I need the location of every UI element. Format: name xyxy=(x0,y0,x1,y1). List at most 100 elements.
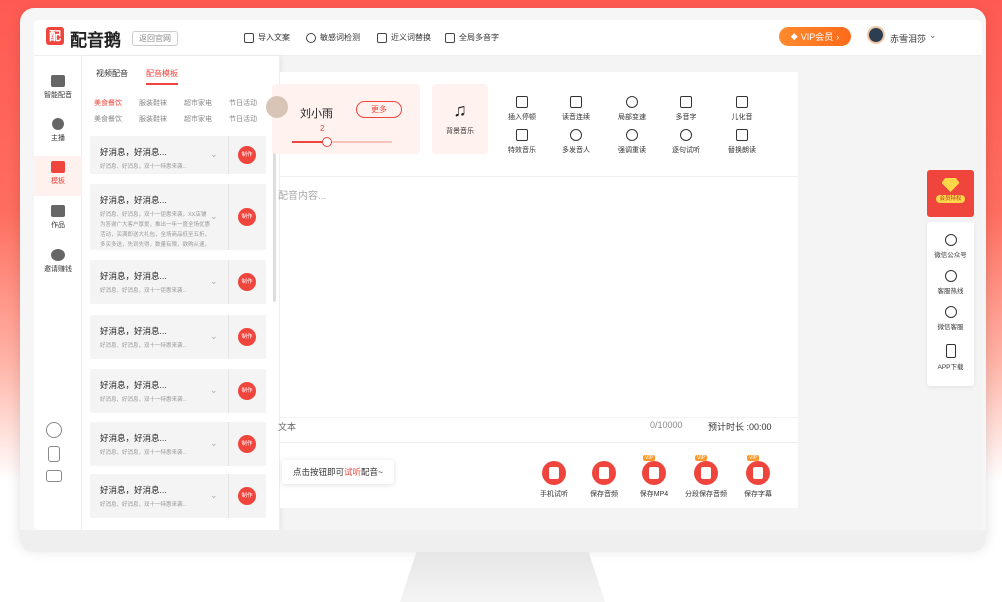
wechat-icon xyxy=(944,234,957,246)
category-item[interactable]: 服装鞋袜 xyxy=(139,98,184,108)
card-desc: 好消息、好消息，双十一特惠来袭... xyxy=(100,397,188,403)
chevron-down-icon[interactable]: ⌄ xyxy=(210,276,218,287)
sensitive-check-button[interactable]: 敏感词检测 xyxy=(306,32,360,43)
wechat-official-button[interactable]: 微信公众号 xyxy=(927,234,974,259)
nav-item-anchor[interactable]: 主播 xyxy=(34,113,82,153)
avatar[interactable] xyxy=(867,26,885,44)
template-card[interactable]: 好消息，好消息... 好消息、好消息，双十一特惠来袭... ⌄ 制作 xyxy=(90,422,266,466)
category-item[interactable]: 节日活动 xyxy=(229,114,274,124)
side-label: 微信公众号 xyxy=(934,252,967,259)
tab-video-dub[interactable]: 视频配音 xyxy=(96,68,128,85)
char-counter: 0/10000 xyxy=(650,420,683,430)
replace-read-button[interactable]: 替换朗读 xyxy=(716,129,768,155)
make-button[interactable]: 制作 xyxy=(238,146,256,164)
action-label: 手机试听 xyxy=(540,491,568,498)
template-card[interactable]: 好消息，好消息... 好消息、好消息，双十一特惠来袭... ⌄ 制作 xyxy=(90,369,266,413)
card-title: 好消息，好消息... xyxy=(100,326,167,336)
make-button[interactable]: 制作 xyxy=(238,487,256,505)
chevron-down-icon[interactable]: ⌄ xyxy=(210,490,218,501)
nav-item-invite[interactable]: 邀请赚钱 xyxy=(34,244,82,284)
vip-member-button[interactable]: ◆ VIP会员 › xyxy=(779,27,851,46)
global-polyphone-button[interactable]: 全局多音字 xyxy=(445,32,499,43)
card-desc: 好消息、好消息，双十一钜惠来袭，XX店铺为答谢广大客户厚爱，推出一年一度全场优惠… xyxy=(100,212,210,248)
hint-suffix: 配音~ xyxy=(361,467,383,477)
multi-speaker-button[interactable]: 多发音人 xyxy=(550,129,602,155)
feature-label: 逐句试听 xyxy=(672,147,700,154)
polyphone-button[interactable]: 多音字 xyxy=(660,96,712,122)
panel-tabs: 视频配音 配音模板 xyxy=(96,68,178,85)
sentence-listen-button[interactable]: 逐句试听 xyxy=(660,129,712,155)
insert-pause-button[interactable]: 插入停顿 xyxy=(496,96,548,122)
make-button[interactable]: 制作 xyxy=(238,273,256,291)
card-divider xyxy=(228,315,229,359)
stress-button[interactable]: 强调重读 xyxy=(606,129,658,155)
make-button[interactable]: 制作 xyxy=(238,328,256,346)
template-card[interactable]: 好消息，好消息... 好消息、好消息，双十一特惠来袭... ⌄ 制作 xyxy=(90,315,266,359)
chevron-down-icon[interactable]: ⌄ xyxy=(210,385,218,396)
toolbar-label: 敏感词检测 xyxy=(320,33,360,42)
side-label: APP下载 xyxy=(937,364,964,371)
effect-music-button[interactable]: 特效音乐 xyxy=(496,129,548,155)
make-button[interactable]: 制作 xyxy=(238,435,256,453)
username[interactable]: 赤雪泪莎 xyxy=(890,32,926,45)
speaker-avatar[interactable] xyxy=(266,96,288,118)
hotline-button[interactable]: 客服热线 xyxy=(927,270,974,295)
template-card[interactable]: 好消息，好消息... 好消息、好消息，双十一特惠来袭... ⌄ 制作 xyxy=(90,136,266,174)
mobile-icon xyxy=(945,344,956,358)
make-button[interactable]: 制作 xyxy=(238,208,256,226)
er-sound-button[interactable]: 儿化音 xyxy=(716,96,768,122)
category-item[interactable]: 服装鞋袜 xyxy=(139,114,184,124)
make-button[interactable]: 制作 xyxy=(238,382,256,400)
app-download-button[interactable]: APP下载 xyxy=(927,344,974,371)
save-mp4-button[interactable]: VIP 保存MP4 xyxy=(624,455,684,499)
clock-icon[interactable] xyxy=(46,422,62,438)
segment-save-audio-button[interactable]: VIP 分段保存音频 xyxy=(676,455,736,499)
dub-content-input[interactable]: 配音内容... xyxy=(278,187,326,202)
template-card[interactable]: 好消息，好消息... 好消息、好消息，双十一钜惠来袭，XX店铺为答谢广大客户厚爱… xyxy=(90,184,266,250)
more-voices-button[interactable]: 更多 xyxy=(356,101,402,118)
chevron-down-icon[interactable]: ⌄ xyxy=(210,149,218,160)
category-grid: 美食餐饮 服装鞋袜 超市家电 节日活动 美食餐饮 服装鞋袜 超市家电 节日活动 xyxy=(94,98,274,124)
back-to-site-button[interactable]: 返回官网 xyxy=(132,31,178,46)
chevron-down-icon[interactable]: ⌄ xyxy=(210,331,218,342)
action-label: 保存MP4 xyxy=(639,491,669,498)
card-divider xyxy=(228,136,229,174)
save-subtitle-button[interactable]: VIP 保存字幕 xyxy=(728,455,788,499)
speed-slider-knob[interactable] xyxy=(322,137,332,147)
category-item[interactable]: 美食餐饮 xyxy=(94,98,139,108)
chevron-down-icon[interactable]: ⌄ xyxy=(929,30,937,41)
continuous-read-button[interactable]: 读音连续 xyxy=(550,96,602,122)
side-label: 客服热线 xyxy=(937,288,964,295)
synonym-replace-button[interactable]: 近义词替换 xyxy=(377,32,431,43)
synonym-icon xyxy=(377,32,387,43)
nav-item-works[interactable]: 作品 xyxy=(34,200,82,240)
panel-scrollbar[interactable] xyxy=(273,152,276,302)
wechat-service-button[interactable]: 微信客服 xyxy=(927,306,974,331)
desktop-icon[interactable] xyxy=(46,470,62,482)
vip-privilege-button[interactable]: 会员特权 xyxy=(927,170,974,217)
chevron-down-icon[interactable]: ⌄ xyxy=(210,438,218,449)
feature-label: 特效音乐 xyxy=(508,147,536,154)
card-desc: 好消息、好消息，双十一特惠来袭... xyxy=(100,450,188,456)
nav-label: 模板 xyxy=(51,178,65,185)
nav-item-smart-dub[interactable]: 智能配音 xyxy=(34,70,82,110)
category-item[interactable]: 超市家电 xyxy=(184,114,229,124)
monitor-stand xyxy=(400,552,605,602)
background-music-button[interactable]: ♫ 背景音乐 xyxy=(432,84,488,154)
tablet-icon[interactable] xyxy=(48,446,60,462)
nav-label: 邀请赚钱 xyxy=(44,266,72,273)
card-desc: 好消息、好消息，双十一特惠来袭... xyxy=(100,164,188,170)
card-desc: 好消息、好消息，双十一特惠来袭... xyxy=(100,502,188,508)
bottom-bar: 点击按钮即可试听配音~ 手机试听 保存音频 VIP 保存MP4 VIP 分段保存… xyxy=(280,442,798,508)
category-item[interactable]: 超市家电 xyxy=(184,98,229,108)
pause-insert-icon xyxy=(516,96,528,108)
music-note-icon: ♫ xyxy=(453,100,467,120)
chevron-down-icon[interactable]: ⌄ xyxy=(210,211,218,222)
template-card[interactable]: 好消息，好消息... 好消息、好消息，双十一钜惠来袭... ⌄ 制作 xyxy=(90,260,266,304)
local-speed-button[interactable]: 局部变速 xyxy=(606,96,658,122)
import-copy-button[interactable]: 导入文案 xyxy=(244,32,290,43)
nav-item-template[interactable]: 模板 xyxy=(34,156,82,196)
tab-dub-template[interactable]: 配音模板 xyxy=(146,68,178,85)
template-card[interactable]: 好消息，好消息... 好消息、好消息，双十一特惠来袭... ⌄ 制作 xyxy=(90,474,266,518)
category-item[interactable]: 美食餐饮 xyxy=(94,114,139,124)
